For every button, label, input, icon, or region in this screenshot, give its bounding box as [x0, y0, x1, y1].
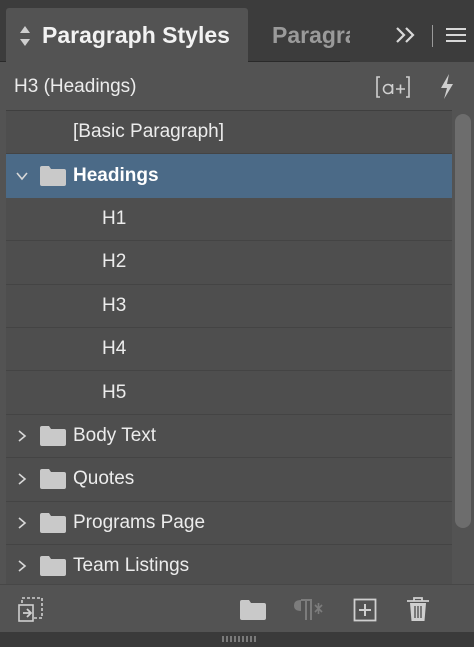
group-label: Programs Page: [73, 511, 206, 533]
list-item-group-programs-page[interactable]: Programs Page: [6, 502, 452, 545]
list-item-h5[interactable]: H5: [6, 371, 452, 415]
tab-label: Paragraph Styles: [42, 22, 230, 48]
list-item-h3[interactable]: H3: [6, 285, 452, 328]
style-label: H4: [102, 338, 127, 360]
style-label: H5: [102, 381, 127, 403]
style-list: [Basic Paragraph] Headings H1 H2 H3 H4 H…: [6, 110, 452, 584]
load-styles-icon[interactable]: [18, 597, 44, 623]
list-item-h1[interactable]: H1: [6, 198, 452, 242]
chevron-down-icon[interactable]: [15, 169, 29, 183]
tab-paragraph[interactable]: Paragraph: [252, 12, 352, 58]
list-item-basic-paragraph[interactable]: [Basic Paragraph]: [6, 111, 452, 155]
chevron-right-icon[interactable]: [15, 429, 29, 443]
chevron-right-icon[interactable]: [15, 516, 29, 530]
group-label: Quotes: [73, 468, 135, 490]
resize-grip[interactable]: [0, 632, 474, 647]
scrollbar-thumb[interactable]: [455, 114, 471, 528]
list-item-group-body-text[interactable]: Body Text: [6, 415, 452, 459]
list-item-h2[interactable]: H2: [6, 241, 452, 285]
clear-overrides-icon[interactable]: [376, 75, 410, 99]
style-label: [Basic Paragraph]: [73, 121, 225, 143]
folder-icon: [40, 425, 66, 446]
lightning-bolt-icon[interactable]: [438, 73, 456, 100]
list-item-h4[interactable]: H4: [6, 328, 452, 372]
divider: [432, 25, 433, 47]
list-item-group-headings[interactable]: Headings: [6, 154, 452, 198]
panel-tab-bar: Paragraph Styles Paragraph: [0, 0, 474, 63]
style-label: H1: [102, 207, 127, 229]
tab-paragraph-styles[interactable]: Paragraph Styles: [6, 8, 248, 63]
panel-footer: [0, 584, 474, 632]
folder-icon[interactable]: [239, 599, 267, 621]
chevron-right-icon[interactable]: [15, 472, 29, 486]
folder-icon: [40, 556, 66, 577]
grip-dots-icon[interactable]: [222, 635, 258, 643]
hamburger-menu-icon[interactable]: [446, 27, 466, 43]
folder-icon: [40, 469, 66, 490]
current-style-name: H3 (Headings): [14, 75, 137, 97]
group-label: Body Text: [73, 424, 157, 446]
group-label: Headings: [73, 164, 159, 186]
double-chevron-right-icon[interactable]: [394, 25, 418, 45]
folder-icon: [40, 512, 66, 533]
chevron-right-icon[interactable]: [15, 559, 29, 573]
style-label: H2: [102, 251, 127, 273]
folder-icon: [40, 165, 66, 186]
pilcrow-clear-icon[interactable]: [291, 597, 325, 623]
new-style-icon[interactable]: [353, 598, 377, 622]
diamond-arrows-icon[interactable]: [18, 25, 32, 47]
group-label: Team Listings: [73, 555, 190, 577]
paragraph-styles-panel: Paragraph Styles Paragraph H3 (Headings): [0, 0, 474, 647]
tab-label: Paragraph: [272, 21, 352, 48]
list-item-group-team-listings[interactable]: Team Listings: [6, 545, 452, 584]
list-item-group-quotes[interactable]: Quotes: [6, 458, 452, 502]
trash-icon[interactable]: [406, 596, 430, 622]
panel-options-area: [350, 8, 474, 62]
style-label: H3: [102, 294, 127, 316]
